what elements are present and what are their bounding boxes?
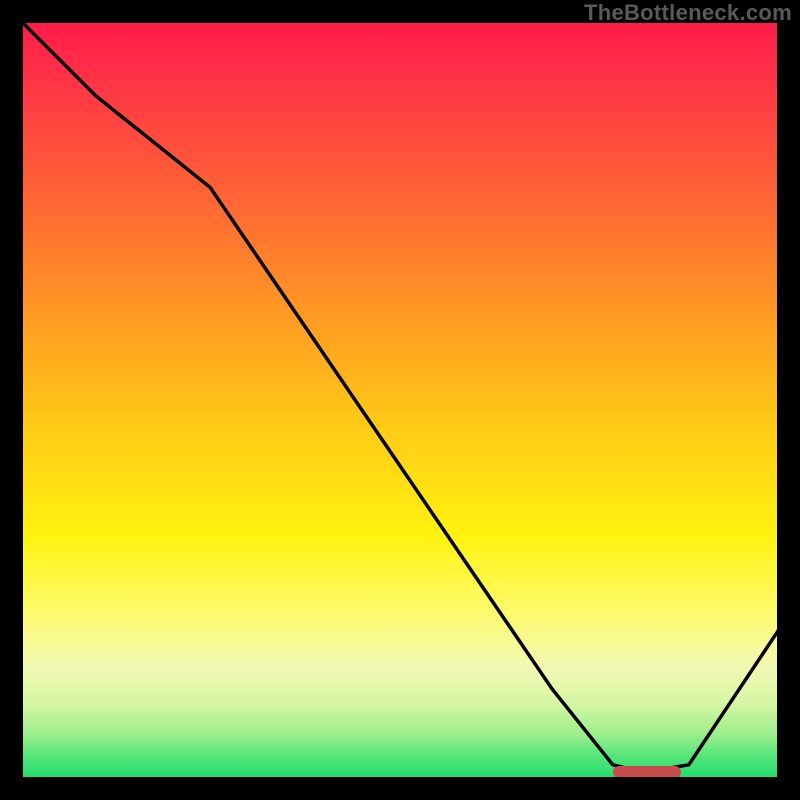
- plot-area: [20, 20, 780, 780]
- watermark-text: TheBottleneck.com: [584, 0, 792, 26]
- optimal-range-marker: [613, 766, 681, 778]
- chart-container: TheBottleneck.com: [0, 0, 800, 800]
- bottleneck-curve: [20, 20, 780, 780]
